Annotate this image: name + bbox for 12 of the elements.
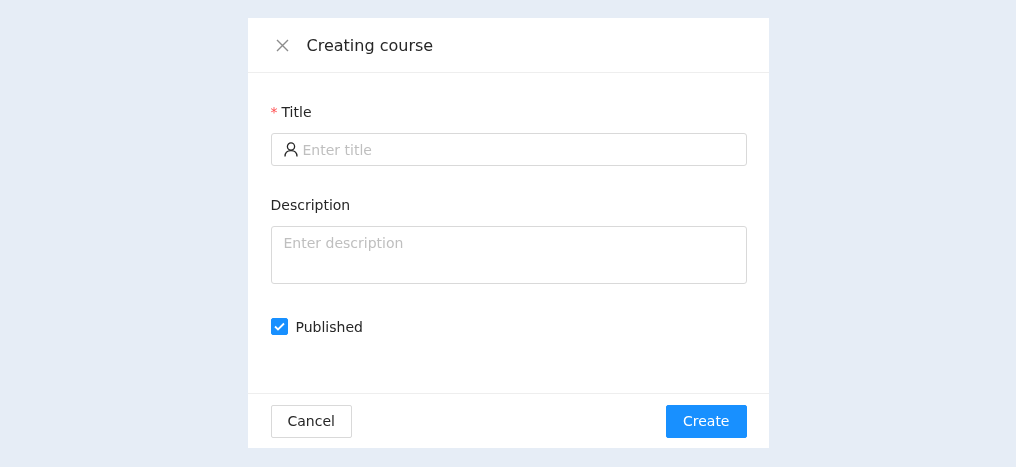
field-label: Description	[270, 197, 351, 213]
published-checkbox[interactable]	[270, 318, 288, 335]
field-label: Title	[281, 104, 312, 120]
checkbox-label: Published	[295, 318, 363, 335]
required-mark: *	[270, 104, 278, 120]
title-field[interactable]: Enter title	[270, 133, 747, 166]
close-icon[interactable]	[275, 38, 289, 52]
cancel-button[interactable]: Cancel	[270, 404, 352, 438]
check-icon	[273, 322, 285, 331]
description-field[interactable]: Enter description	[270, 226, 747, 284]
user-icon	[283, 142, 298, 157]
dialog-title: Creating course	[306, 35, 434, 55]
